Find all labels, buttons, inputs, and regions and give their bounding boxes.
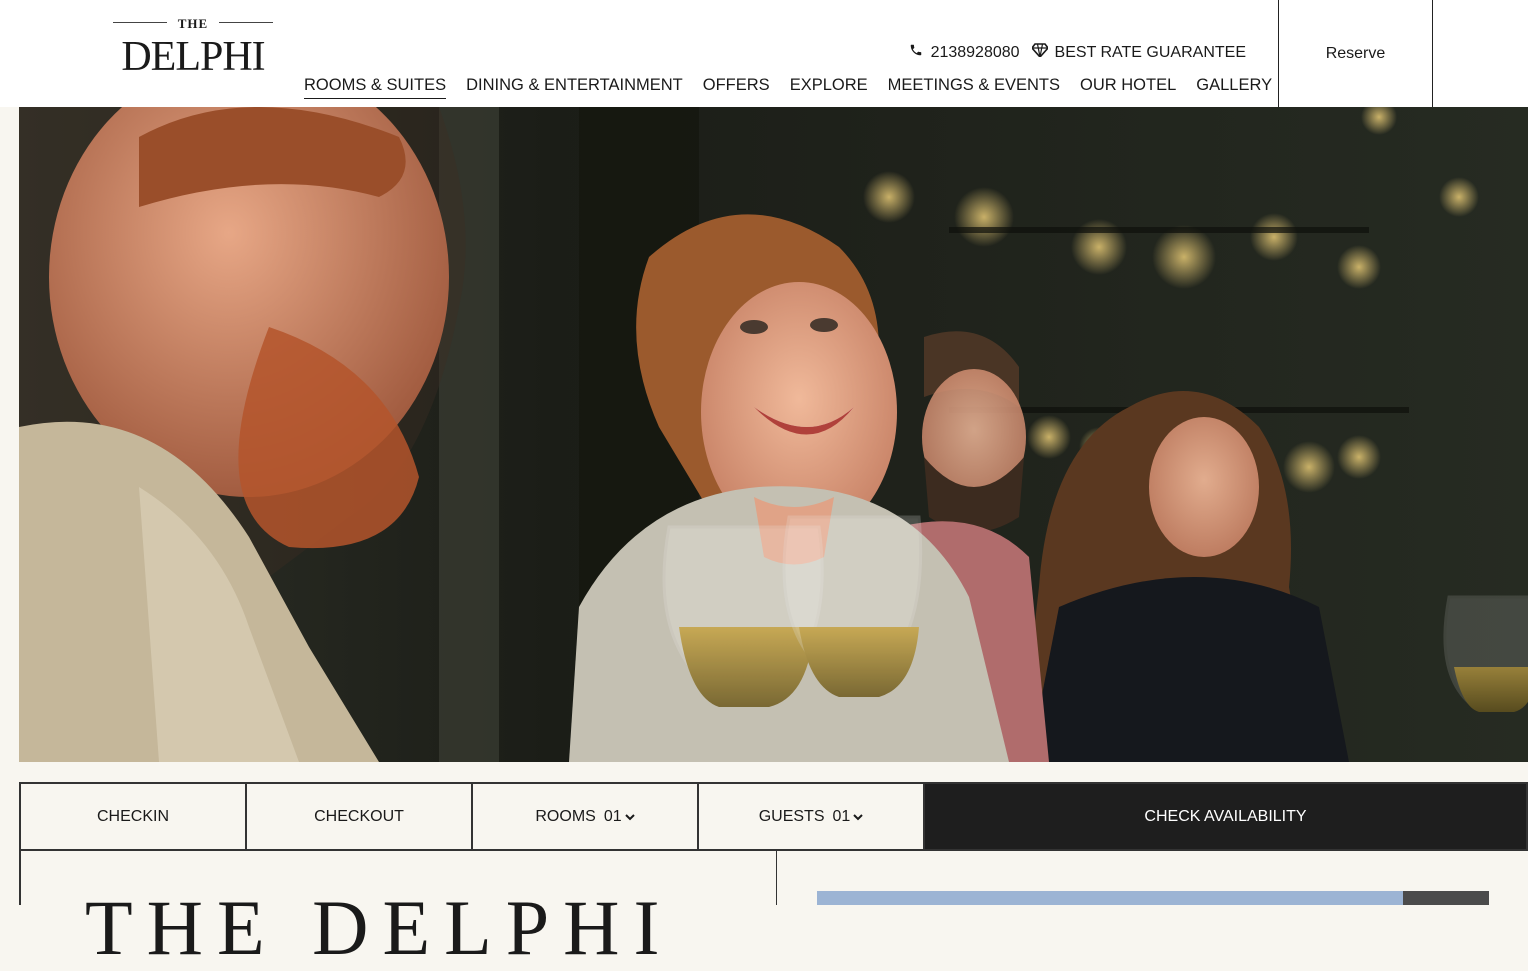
reserve-button[interactable]: Reserve [1278,0,1433,107]
checkout-field[interactable]: CHECKOUT [247,784,473,849]
nav-item-rooms-suites[interactable]: ROOMS & SUITES [304,76,447,99]
diamond-icon [1030,43,1049,62]
nav-item-gallery[interactable]: GALLERY [1196,76,1272,99]
section-image [817,891,1489,905]
nav-item-offers[interactable]: OFFERS [703,76,770,99]
nav-item-our-hotel[interactable]: OUR HOTEL [1080,76,1176,99]
guests-select[interactable]: 01 [833,808,864,826]
phone-icon [909,43,923,62]
hero-image [19,107,1528,762]
guests-label: GUESTS [758,807,825,825]
checkin-field[interactable]: CHECKIN [21,784,247,849]
nav-item-explore[interactable]: EXPLORE [790,76,868,99]
main-nav: ROOMS & SUITES DINING & ENTERTAINMENT OF… [304,76,1272,99]
booking-bar: CHECKIN CHECKOUT ROOMS 01 GUESTS 01 CHEC… [19,782,1528,851]
section-title: THE DELPHI [85,884,674,971]
intro-section: THE DELPHI [19,851,1528,967]
guests-field: GUESTS 01 [699,784,925,849]
logo[interactable]: THE DELPHI [113,14,273,78]
rooms-value: 01 [603,807,622,825]
site-header: THE DELPHI 2138928080 BEST RATE GUARANTE… [0,0,1528,107]
check-availability-button[interactable]: CHECK AVAILABILITY [925,784,1526,849]
guests-value: 01 [832,807,851,825]
chevron-down-icon [853,808,864,826]
phone-number: 2138928080 [930,43,1020,61]
logo-small-text: THE [177,16,209,31]
rooms-select[interactable]: 01 [604,808,635,826]
contact-bar: 2138928080 BEST RATE GUARANTEE [909,43,1246,62]
best-rate-link[interactable]: BEST RATE GUARANTEE [1030,43,1246,62]
rooms-label: ROOMS [535,807,596,825]
nav-item-meetings-events[interactable]: MEETINGS & EVENTS [888,76,1060,99]
checkin-label: CHECKIN [96,807,169,825]
section-image-shade [1403,891,1489,905]
logo-main-text: DELPHI [121,34,265,80]
nav-item-dining-entertainment[interactable]: DINING & ENTERTAINMENT [466,76,683,99]
best-rate-label: BEST RATE GUARANTEE [1054,43,1246,61]
phone-link[interactable]: 2138928080 [909,43,1020,62]
checkout-label: CHECKOUT [314,807,404,825]
section-divider [776,851,777,905]
rooms-field: ROOMS 01 [473,784,699,849]
chevron-down-icon [624,808,635,826]
